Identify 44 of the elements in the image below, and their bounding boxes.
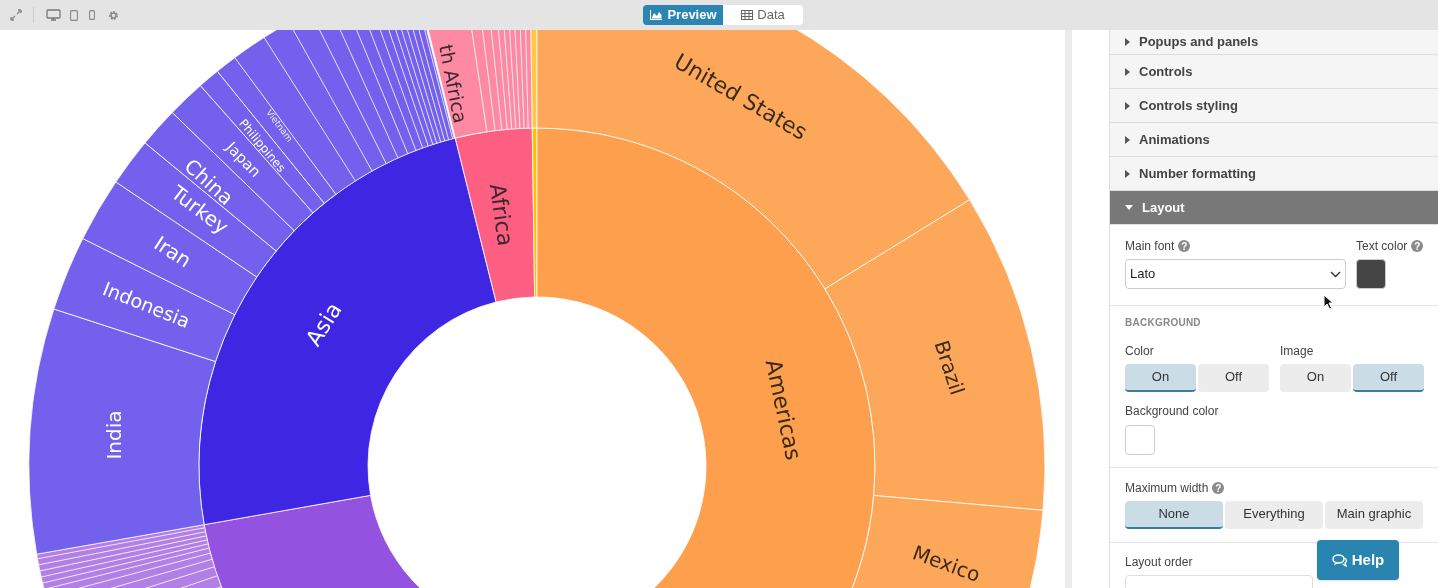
toggle-option[interactable]: Everything xyxy=(1225,501,1323,529)
caret-right-icon xyxy=(1125,38,1130,46)
expand-icon[interactable] xyxy=(10,9,22,21)
settings-icon[interactable] xyxy=(108,9,119,21)
toggle-option[interactable]: None xyxy=(1125,501,1223,529)
caret-right-icon xyxy=(1125,67,1130,76)
font-select[interactable]: Lato xyxy=(1125,259,1346,289)
field-label: Main font xyxy=(1125,238,1175,255)
caret-down-icon xyxy=(1125,204,1133,211)
caret-right-icon xyxy=(1125,135,1130,144)
section-heading: BACKGROUND xyxy=(1125,316,1202,330)
table-icon xyxy=(741,10,754,20)
area-chart-icon xyxy=(649,9,664,21)
view-tab[interactable]: Data xyxy=(723,5,803,25)
region-label: Africa xyxy=(484,182,519,248)
section-header[interactable]: Layout xyxy=(1110,191,1438,225)
caret-right-icon xyxy=(1125,101,1130,110)
country-label: th Africa xyxy=(435,42,472,125)
desktop-icon[interactable] xyxy=(46,9,61,21)
field-label: Layout order xyxy=(1125,554,1193,571)
field-label: Background color xyxy=(1125,403,1220,420)
field-label: Maximum width xyxy=(1125,480,1209,497)
chat-icon xyxy=(1331,553,1348,567)
field-label: Image xyxy=(1280,343,1315,360)
caret-right-icon xyxy=(1125,169,1130,178)
toggle-option[interactable]: Main graphic xyxy=(1325,501,1423,529)
help-button[interactable]: Help xyxy=(1317,540,1399,580)
field-label: Color xyxy=(1125,343,1155,360)
cursor-icon xyxy=(1323,294,1334,310)
chevron-down-icon xyxy=(1330,270,1341,278)
region-label: Americas xyxy=(760,357,807,463)
color-swatch[interactable] xyxy=(1356,259,1386,289)
phone-icon[interactable] xyxy=(89,10,95,20)
toggle-option[interactable]: On xyxy=(1125,364,1196,392)
toggle-option[interactable]: Off xyxy=(1198,364,1269,392)
toggle-option[interactable]: On xyxy=(1280,364,1351,392)
field-label: Text color xyxy=(1356,238,1408,255)
country-label: Iran xyxy=(149,231,196,273)
country-label: Brazil xyxy=(929,337,970,398)
color-swatch[interactable] xyxy=(1125,425,1155,455)
country-label: India xyxy=(101,410,126,460)
tablet-icon[interactable] xyxy=(70,9,78,21)
toggle-option[interactable]: Off xyxy=(1353,364,1424,392)
view-tab[interactable]: Preview xyxy=(643,5,723,25)
